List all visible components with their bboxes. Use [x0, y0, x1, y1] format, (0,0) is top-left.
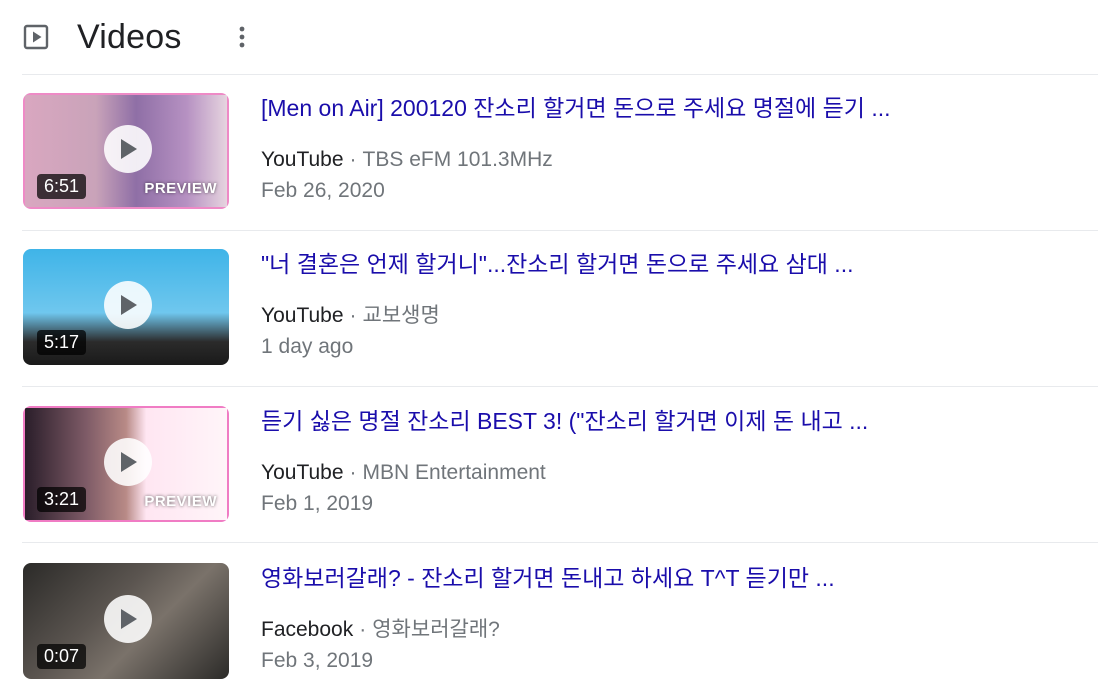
video-duration: 6:51	[37, 174, 87, 199]
video-thumbnail[interactable]: 5:17	[23, 249, 229, 365]
video-title-link[interactable]: 영화보러갈래? - 잔소리 할거면 돈내고 하세요 T^T 듣기만 ...	[261, 563, 1091, 593]
video-info: [Men on Air] 200120 잔소리 할거면 돈으로 주세요 명절에 …	[261, 93, 1091, 204]
meta-separator: ·	[349, 461, 357, 484]
video-result: 6:51 PREVIEW [Men on Air] 200120 잔소리 할거면…	[22, 74, 1098, 230]
preview-label: PREVIEW	[144, 493, 217, 510]
video-title-link[interactable]: 듣기 싫은 명절 잔소리 BEST 3! ("잔소리 할거면 이제 돈 내고 .…	[261, 406, 1091, 436]
meta-separator: ·	[349, 304, 357, 327]
video-info: 영화보러갈래? - 잔소리 할거면 돈내고 하세요 T^T 듣기만 ... Fa…	[261, 563, 1091, 674]
videos-panel: Videos 6:51 PREVIEW [Men on Air] 200120 …	[0, 0, 1110, 692]
video-title-link[interactable]: [Men on Air] 200120 잔소리 할거면 돈으로 주세요 명절에 …	[261, 93, 1091, 123]
play-icon	[104, 125, 152, 173]
more-vert-icon[interactable]	[232, 22, 252, 52]
video-result: 3:21 PREVIEW 듣기 싫은 명절 잔소리 BEST 3! ("잔소리 …	[22, 387, 1098, 543]
video-title-link[interactable]: "너 결혼은 언제 할거니"...잔소리 할거면 돈으로 주세요 삼대 ...	[261, 249, 1091, 279]
video-thumbnail[interactable]: 3:21 PREVIEW	[23, 406, 229, 522]
video-date: Feb 3, 2019	[261, 649, 374, 672]
video-meta: YouTube · MBN Entertainment	[261, 460, 1091, 486]
meta-separator: ·	[359, 618, 367, 641]
video-result: 0:07 영화보러갈래? - 잔소리 할거면 돈내고 하세요 T^T 듣기만 .…	[22, 544, 1098, 692]
video-meta: YouTube · TBS eFM 101.3MHz	[261, 147, 1091, 173]
video-thumbnail[interactable]: 6:51 PREVIEW	[23, 93, 229, 209]
video-source: YouTube	[261, 461, 344, 484]
video-play-icon	[22, 23, 50, 51]
video-source: Facebook	[261, 618, 354, 641]
video-info: 듣기 싫은 명절 잔소리 BEST 3! ("잔소리 할거면 이제 돈 내고 .…	[261, 406, 1091, 517]
video-info: "너 결혼은 언제 할거니"...잔소리 할거면 돈으로 주세요 삼대 ... …	[261, 249, 1091, 360]
video-result: 5:17 "너 결혼은 언제 할거니"...잔소리 할거면 돈으로 주세요 삼대…	[22, 230, 1098, 386]
video-date: Feb 1, 2019	[261, 492, 374, 515]
video-date: Feb 26, 2020	[261, 179, 385, 202]
video-channel: 영화보러갈래?	[372, 618, 500, 641]
video-channel: MBN Entertainment	[362, 461, 546, 484]
videos-header: Videos	[22, 0, 1098, 74]
divider	[22, 542, 1098, 543]
play-icon	[104, 438, 152, 486]
video-channel: 교보생명	[362, 304, 440, 327]
preview-label: PREVIEW	[144, 180, 217, 197]
play-icon	[104, 281, 152, 329]
video-duration: 0:07	[37, 644, 87, 669]
video-duration: 5:17	[37, 330, 87, 355]
section-title: Videos	[77, 17, 182, 56]
meta-separator: ·	[349, 148, 357, 171]
video-channel: TBS eFM 101.3MHz	[362, 148, 553, 171]
video-date: 1 day ago	[261, 335, 354, 358]
video-thumbnail[interactable]: 0:07	[23, 563, 229, 679]
play-icon	[104, 595, 152, 643]
video-meta: YouTube · 교보생명	[261, 303, 1091, 329]
video-duration: 3:21	[37, 487, 87, 512]
video-source: YouTube	[261, 304, 344, 327]
video-source: YouTube	[261, 148, 344, 171]
video-meta: Facebook · 영화보러갈래?	[261, 617, 1091, 643]
